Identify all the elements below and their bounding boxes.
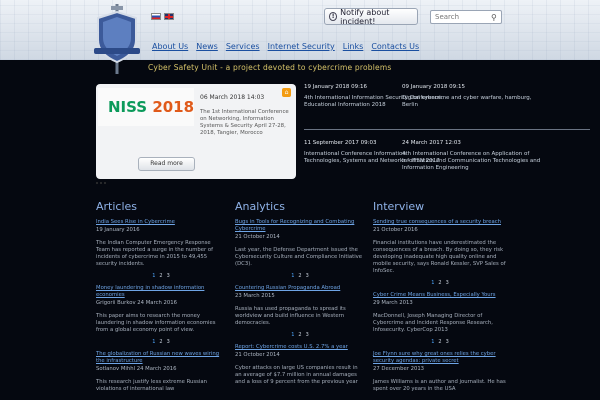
nav-news[interactable]: News — [196, 42, 218, 51]
notify-incident-button[interactable]: ! Notify about incident! — [324, 7, 418, 26]
interview-pager[interactable]: 123 — [373, 280, 507, 286]
analytics-item: Report: Cybercrime costs U.S. 2.7% a yea… — [235, 344, 365, 386]
article-item: The globalization of Russian new waves w… — [96, 351, 226, 393]
interview-pager[interactable]: 123 — [373, 339, 507, 345]
article-date: Grigorii Burkov 24 March 2016 — [96, 300, 178, 306]
article-date: Sotlanov Mihhl 24 March 2016 — [96, 366, 177, 372]
article-text: This research justify less extreme Russi… — [96, 379, 207, 392]
rss-icon[interactable]: ⌂ — [282, 88, 291, 97]
event-date: 24 March 2017 12:03 — [402, 140, 461, 146]
slider-indicator[interactable] — [96, 182, 106, 184]
main-nav: About Us News Services Internet Security… — [152, 42, 419, 51]
articles-pager[interactable]: 123 — [96, 339, 226, 345]
read-more-button[interactable]: Read more — [138, 157, 195, 171]
analytics-item: Bugs in Tools for Recognizing and Combat… — [235, 219, 365, 268]
analytics-heading[interactable]: Analytics — [235, 200, 365, 213]
article-title[interactable]: Money laundering in shadow information e… — [96, 285, 226, 299]
alert-icon: ! — [329, 12, 338, 21]
events-grid: 19 January 2018 09:16 4th International … — [304, 84, 590, 184]
analytics-text: Russia has used propaganda to spread its… — [235, 306, 346, 326]
analytics-item: Countering Russian Propaganda Abroad 23 … — [235, 285, 365, 327]
interview-date: 29 March 2013 — [373, 300, 413, 306]
analytics-title[interactable]: Report: Cybercrime costs U.S. 2.7% a yea… — [235, 344, 365, 351]
interview-title[interactable]: Cyber Crime Means Business, Especially Y… — [373, 292, 507, 299]
article-text: The Indian Computer Emergency Response T… — [96, 240, 213, 267]
nav-links[interactable]: Links — [343, 42, 364, 51]
analytics-pager[interactable]: 123 — [235, 332, 365, 338]
notify-incident-label: Notify about incident! — [340, 7, 390, 26]
event-date: 09 January 2018 09:15 — [402, 84, 465, 90]
article-item: India Sees Rise in Cybercrime 19 January… — [96, 219, 226, 268]
article-title[interactable]: The globalization of Russian new waves w… — [96, 351, 226, 365]
interview-text: James Williams is an author and journali… — [373, 379, 506, 392]
interview-heading[interactable]: Interview — [373, 200, 507, 213]
russian-flag-icon[interactable] — [151, 13, 161, 20]
interview-title[interactable]: Joe Flynn sure why great ones relies the… — [373, 351, 507, 365]
article-text: This paper aims to research the money la… — [96, 313, 216, 333]
articles-pager[interactable]: 123 — [96, 273, 226, 279]
language-switcher — [151, 13, 174, 20]
article-title[interactable]: India Sees Rise in Cybercrime — [96, 219, 226, 226]
english-flag-icon[interactable] — [164, 13, 174, 20]
event-item[interactable]: 09 January 2018 09:15 Digital cyberrime … — [402, 84, 542, 109]
site-header: ! Notify about incident! ⚲ About Us News… — [0, 0, 600, 60]
analytics-text: Last year, the Defense Department issued… — [235, 247, 363, 267]
article-date: 19 January 2016 — [96, 227, 140, 233]
analytics-date: 21 October 2014 — [235, 234, 280, 240]
events-divider — [304, 129, 590, 130]
nav-contacts-us[interactable]: Contacts Us — [371, 42, 419, 51]
shield-sword-logo[interactable] — [94, 4, 140, 74]
article-item: Money laundering in shadow information e… — [96, 285, 226, 334]
analytics-column: Analytics Bugs in Tools for Recognizing … — [235, 200, 365, 391]
analytics-text: Cyber attacks on large US companies resu… — [235, 365, 358, 385]
event-item[interactable]: 24 March 2017 12:03 4th International Co… — [402, 140, 542, 172]
interview-column: Interview Sending true consequences of a… — [373, 200, 507, 398]
featured-date: 06 March 2018 14:03 — [200, 94, 265, 101]
interview-item: Cyber Crime Means Business, Especially Y… — [373, 292, 507, 334]
niss-conference-logo: NISS 2018 — [98, 88, 194, 126]
analytics-title[interactable]: Bugs in Tools for Recognizing and Combat… — [235, 219, 365, 233]
interview-item: Sending true consequences of a security … — [373, 219, 507, 275]
analytics-date: 23 March 2015 — [235, 293, 275, 299]
event-title: Digital cyberrime and cyber warfare, ham… — [402, 95, 532, 108]
nav-internet-security[interactable]: Internet Security — [268, 42, 335, 51]
featured-text: The 1st International Conference on Netw… — [200, 109, 289, 136]
site-tagline: Cyber Safety Unit - a project devoted to… — [148, 63, 392, 72]
analytics-title[interactable]: Countering Russian Propaganda Abroad — [235, 285, 365, 292]
articles-heading[interactable]: Articles — [96, 200, 226, 213]
interview-text: Financial institutions have underestimat… — [373, 240, 506, 274]
event-title: 4th International Conference on Applicat… — [402, 151, 541, 171]
interview-date: 21 October 2016 — [373, 227, 418, 233]
articles-column: Articles India Sees Rise in Cybercrime 1… — [96, 200, 226, 398]
analytics-date: 21 October 2014 — [235, 352, 280, 358]
interview-item: Joe Flynn sure why great ones relies the… — [373, 351, 507, 393]
nav-about-us[interactable]: About Us — [152, 42, 188, 51]
interview-title[interactable]: Sending true consequences of a security … — [373, 219, 507, 226]
featured-news-card: NISS 2018 06 March 2018 14:03 ⌂ The 1st … — [96, 84, 296, 179]
interview-text: MacDonnell, Joseph Managing Director of … — [373, 313, 493, 333]
interview-date: 27 December 2013 — [373, 366, 425, 372]
search-icon[interactable]: ⚲ — [491, 13, 497, 22]
nav-services[interactable]: Services — [226, 42, 260, 51]
analytics-pager[interactable]: 123 — [235, 273, 365, 279]
